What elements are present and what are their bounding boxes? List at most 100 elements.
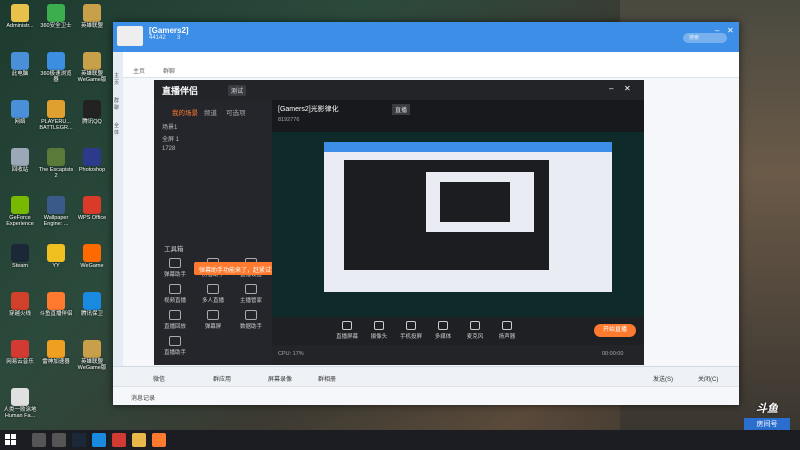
control-label: 多媒体: [434, 334, 452, 340]
control-icon: [438, 321, 448, 330]
desktop-icon[interactable]: Administr...: [2, 2, 38, 46]
tool-icon: [207, 310, 219, 320]
tool-button[interactable]: 数据助手: [234, 310, 268, 336]
desktop-icon[interactable]: Steam: [2, 242, 38, 286]
desktop-icon[interactable]: 腾讯QQ: [74, 98, 110, 142]
nested-stream-window-2: [440, 182, 510, 222]
desktop-icon[interactable]: 雷神加速器: [38, 338, 74, 382]
control-button[interactable]: 直播屏幕: [332, 321, 362, 340]
desktop-icon[interactable]: 360安全卫士: [38, 2, 74, 46]
desktop-icon[interactable]: 此电脑: [2, 50, 38, 94]
desktop-icon[interactable]: 英雄联盟WeGame版: [74, 338, 110, 382]
steam-icon[interactable]: [72, 433, 86, 447]
control-button[interactable]: 多媒体: [428, 321, 458, 340]
taskbar: [0, 430, 800, 450]
tool-icon: [169, 284, 181, 294]
close-button[interactable]: 关闭(C): [698, 374, 718, 383]
tab-channel[interactable]: 频道: [204, 107, 217, 117]
control-button[interactable]: 麦克风: [460, 321, 490, 340]
app-icon: [11, 244, 29, 262]
desktop-icon[interactable]: GeForce Experience: [2, 194, 38, 238]
tool-wechat[interactable]: 微信: [153, 374, 165, 383]
desktop-icon-label: Steam: [12, 263, 28, 269]
task-view-icon[interactable]: [52, 433, 66, 447]
tool-group-apps[interactable]: 群应用: [213, 374, 231, 383]
desktop-icon[interactable]: 网络: [2, 98, 38, 142]
scene-item[interactable]: 全屏 1: [162, 134, 179, 143]
minimize-icon[interactable]: –: [609, 84, 613, 93]
tool-label: 多人直播: [201, 298, 224, 304]
desktop-icon[interactable]: 360极速浏览器: [38, 50, 74, 94]
app-icon: [83, 244, 101, 262]
tool-button[interactable]: 直播回放: [158, 310, 192, 336]
chat-search-input[interactable]: 搜索: [683, 33, 727, 43]
rail-label-chat[interactable]: 群聊: [114, 97, 123, 111]
qq-icon[interactable]: [92, 433, 106, 447]
desktop-icon[interactable]: Wallpaper Engine: ...: [38, 194, 74, 238]
online-count: 3: [177, 35, 181, 41]
desktop-icon[interactable]: 穿越火线: [2, 290, 38, 334]
desktop-icon[interactable]: 回收站: [2, 146, 38, 190]
minimize-icon[interactable]: –: [715, 26, 719, 35]
app-icon: [11, 52, 29, 70]
desktop-icon[interactable]: The Escapists 2: [38, 146, 74, 190]
control-button[interactable]: 扬声器: [492, 321, 522, 340]
app-icon: [11, 148, 29, 166]
desktop-icon-label: 雷神加速器: [42, 359, 70, 365]
desktop-icon[interactable]: 腾讯保卫: [74, 290, 110, 334]
tool-button[interactable]: 主播管家: [234, 284, 268, 310]
stream-icon[interactable]: [152, 433, 166, 447]
close-icon[interactable]: ✕: [624, 84, 631, 93]
start-icon[interactable]: [5, 434, 17, 446]
history-link[interactable]: 消息记录: [131, 393, 155, 402]
control-button[interactable]: 手机投屏: [396, 321, 426, 340]
group-avatar[interactable]: [117, 26, 143, 46]
chat-sub-item-home[interactable]: 主页: [133, 66, 145, 75]
tool-album[interactable]: 群相册: [318, 374, 336, 383]
desktop-icon[interactable]: WeGame: [74, 242, 110, 286]
tool-button[interactable]: 多人直播: [196, 284, 230, 310]
tab-options[interactable]: 可选项: [226, 107, 246, 117]
version-badge: 测试: [228, 85, 247, 96]
netease-icon[interactable]: [112, 433, 126, 447]
scene-item[interactable]: 1728: [162, 146, 175, 152]
desktop-icon[interactable]: PLAYERU... BATTLEGR...: [38, 98, 74, 142]
tool-button[interactable]: 直播助手: [158, 336, 192, 362]
scene-item[interactable]: 场景1: [162, 122, 177, 131]
close-icon[interactable]: ✕: [727, 26, 734, 35]
explorer-icon[interactable]: [132, 433, 146, 447]
desktop-icon[interactable]: 网易云音乐: [2, 338, 38, 382]
app-icon: [47, 292, 65, 310]
stream-sidebar: 我的场景 频道 可选项 场景1 全屏 1 1728 工具箱 弹幕助手 房管助手 直播…: [154, 100, 272, 365]
chat-sub-item-group[interactable]: 群聊: [163, 66, 175, 75]
search-icon[interactable]: [32, 433, 46, 447]
status-bar: CPU: 17% 00:00:00: [272, 345, 644, 365]
desktop-icon[interactable]: 英雄联盟WeGame版: [74, 50, 110, 94]
tab-scenes[interactable]: 我的场景: [172, 107, 198, 117]
tool-button[interactable]: 视频直播: [158, 284, 192, 310]
app-icon: [83, 52, 101, 70]
tool-button[interactable]: 弹幕屏: [196, 310, 230, 336]
control-button[interactable]: 摄像头: [364, 321, 394, 340]
desktop-icon[interactable]: 英雄联盟: [74, 2, 110, 46]
tool-screen-record[interactable]: 屏幕录像: [268, 374, 292, 383]
desktop-icon-label: 网易云音乐: [6, 359, 34, 365]
desktop-icon[interactable]: YY: [38, 242, 74, 286]
go-live-button[interactable]: 开始直播: [594, 324, 636, 337]
control-label: 摄像头: [370, 334, 388, 340]
desktop-icon[interactable]: 人类一败涂地 Human Fa...: [2, 386, 38, 430]
desktop-icon-label: Administr...: [6, 23, 34, 29]
app-icon: [83, 100, 101, 118]
tool-label: 弹幕助手: [163, 272, 186, 278]
tool-button[interactable]: 弹幕助手: [158, 258, 192, 284]
rail-label-home[interactable]: 主页: [114, 72, 123, 86]
desktop-icon-label: 360极速浏览器: [40, 71, 72, 83]
rail-label-all[interactable]: 全体: [114, 122, 123, 136]
live-timer: 00:00:00: [602, 351, 624, 357]
desktop-icon[interactable]: WPS Office: [74, 194, 110, 238]
room-number: 8192776: [278, 117, 300, 123]
desktop-icon-label: 英雄联盟: [80, 23, 103, 29]
send-button[interactable]: 发送(S): [653, 374, 673, 383]
desktop-icon[interactable]: 斗鱼直播伴侣: [38, 290, 74, 334]
desktop-icon[interactable]: Photoshop: [74, 146, 110, 190]
